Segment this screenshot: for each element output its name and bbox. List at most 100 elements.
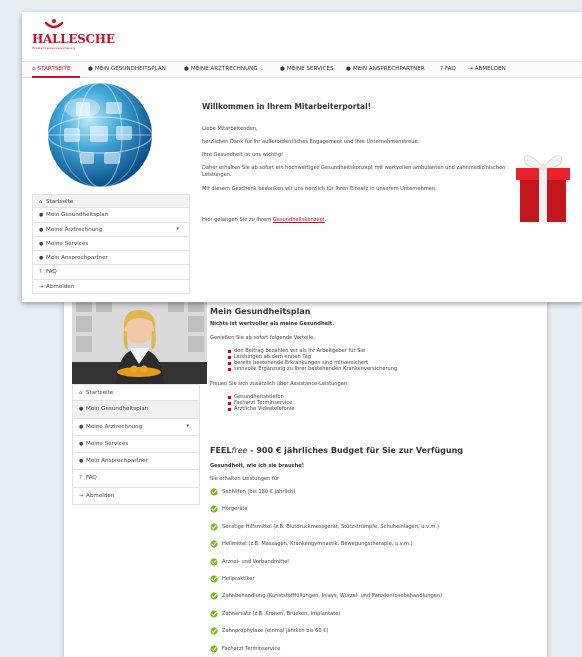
sidebar-item-label: Meine Services: [86, 440, 129, 447]
checklist-item: Hörgeräte: [210, 505, 248, 514]
info-icon: ●: [39, 255, 44, 262]
plan-subtitle: Nichts ist wertvoller als meine Gesundhe…: [210, 321, 335, 327]
checklist-item-label: Heilpraktiker: [222, 576, 255, 582]
brand-name: HALLESCHE: [32, 32, 115, 46]
info-icon: ●: [79, 440, 84, 447]
question-icon: ?: [39, 269, 42, 276]
sidebar-menu: ⌂ Startseite ● Mein Gesundheitsplan ● Meine…: [32, 194, 190, 295]
checklist-item: Sonstige Hilfsmittel (z.B. Blutdruckmess…: [210, 523, 439, 532]
sidebar-item-label: Abmelden: [46, 283, 75, 290]
info-icon: ●: [39, 240, 44, 247]
info-icon: ●: [39, 226, 44, 233]
benefit-item: sinnvolle Ergänzung zu Ihrer bestehenden…: [227, 366, 398, 372]
link-suffix: .: [324, 217, 327, 223]
info-icon: ●: [39, 212, 44, 219]
info-icon: ●: [346, 66, 351, 72]
checklist-item: Zahnbehandlung (Kunststofffüllungen, Inl…: [210, 592, 443, 601]
nav-ansprechpartner[interactable]: ● MEIN ANSPRECHPARTNER: [346, 66, 425, 72]
check-icon: [210, 592, 218, 600]
check-icon: [210, 488, 218, 496]
sidebar-item-label: Abmelden: [86, 492, 115, 499]
nav-label: MEIN GESUNDHEITSPLAN: [94, 66, 166, 72]
info-icon: ●: [79, 423, 84, 430]
sidebar-item-faq[interactable]: ? FAQ: [32, 265, 190, 280]
home-icon: ⌂: [79, 390, 83, 396]
welcome-link-line: Hier gelangen Sie zu Ihrem Gesundheitsko…: [202, 217, 507, 224]
hallesche-logo[interactable]: HALLESCHE Private Krankenversicherung: [32, 18, 115, 58]
check-icon: [210, 610, 218, 618]
caret-down-icon: ▾: [176, 225, 179, 232]
check-icon: [210, 627, 218, 635]
welcome-title: Willkommen in Ihrem Mitarbeiterportal!: [202, 102, 372, 111]
info-icon: ●: [79, 406, 84, 413]
nav-gesundheitsplan[interactable]: ● MEIN GESUNDHEITSPLAN: [88, 66, 166, 72]
checklist-item-label: Zahnbehandlung (Kunststofffüllungen, Inl…: [222, 593, 443, 600]
logout-icon: ⇥: [468, 66, 473, 72]
sidebar-item-arztrechnung[interactable]: ● Meine Arztrechnung ▾: [32, 222, 190, 237]
sidebar-item-gesundheitsplan[interactable]: ● Mein Gesundheitsplan: [72, 401, 200, 419]
sidebar-item-services[interactable]: ● Meine Services: [32, 236, 190, 252]
plan-title: Mein Gesundheitsplan: [210, 307, 311, 316]
sidebar-item-label: Mein Gesundheitsplan: [46, 212, 109, 219]
sidebar-item-label: Startseite: [46, 199, 74, 205]
nav-services[interactable]: ● MEINE SERVICES: [280, 66, 334, 72]
home-icon: ⌂: [39, 199, 43, 205]
sidebar-item-abmelden[interactable]: ⇥ Abmelden: [72, 487, 200, 506]
welcome-paragraph: herzlichen Dank für Ihr außerordentliche…: [202, 139, 420, 145]
checklist-item: Facharzt Terminservice: [210, 644, 281, 654]
info-icon: ●: [79, 458, 84, 465]
feelfree-title-prefix: FEEL: [210, 446, 232, 455]
checklist-item-label: Sehhilfen (bis 180 € jährlich): [222, 489, 296, 495]
sidebar-item-gesundheitsplan[interactable]: ● Mein Gesundheitsplan: [32, 208, 190, 223]
check-icon: [210, 505, 218, 513]
checklist-item-label: Facharzt Terminservice: [222, 645, 281, 652]
checklist-item: Zahnersatz (z.B. Kronen, Brücken, Implan…: [210, 610, 340, 619]
sidebar-item-arztrechnung[interactable]: ● Meine Arztrechnung ▾: [72, 418, 200, 436]
sidebar-item-ansprechpartner[interactable]: ● Mein Ansprechpartner: [72, 453, 200, 471]
feelfree-title-em: free: [231, 446, 248, 455]
info-icon: ●: [280, 66, 285, 72]
welcome-greeting: Liebe Mitarbeitenden,: [202, 126, 258, 132]
sidebar-item-label: Meine Arztrechnung: [46, 226, 103, 233]
check-icon: [210, 523, 218, 531]
checklist-item-label: Arznei- und Verbandmittel: [222, 558, 289, 565]
employee-portrait-image: [72, 292, 207, 384]
nav-faq[interactable]: ? FAQ: [440, 66, 456, 72]
check-icon: [210, 644, 218, 653]
nav-arztrechnung[interactable]: ● MEINE ARZTRECHNUNG ⌄: [184, 66, 264, 72]
welcome-paragraph: Daher erhalten Sie ab sofort ein hochwer…: [202, 165, 506, 178]
welcome-card: HALLESCHE Private Krankenversicherung ⌂ S…: [22, 12, 582, 302]
sidebar-item-label: Mein Ansprechpartner: [86, 458, 148, 465]
info-icon: ●: [88, 66, 93, 72]
nav-label: FAQ: [444, 66, 456, 72]
check-icon: [210, 575, 218, 583]
plan-card: ⌂ Startseite ● Mein Gesundheitsplan ● Meine…: [64, 290, 547, 657]
feelfree-title: FEELfree - 900 € jährliches Budget für S…: [210, 446, 463, 455]
welcome-paragraph: Ihre Gesundheit ist uns wichtig!: [202, 152, 283, 158]
checklist-item: Heilpraktiker: [210, 575, 255, 584]
question-icon: ?: [79, 475, 82, 482]
welcome-paragraph: Mit diesem Geschenk bedanken wir uns her…: [202, 186, 437, 192]
sidebar-item-faq[interactable]: ? FAQ: [72, 470, 200, 488]
checklist-item-label: Zahnprophylaxe (einmal jährlich bis 60 €…: [222, 628, 329, 635]
nav-label: STARTSEITE: [37, 66, 71, 72]
checklist-item: Sehhilfen (bis 180 € jährlich): [210, 488, 296, 497]
nav-abmelden[interactable]: ⇥ ABMELDEN: [468, 66, 506, 72]
sidebar-item-startseite[interactable]: ⌂ Startseite: [72, 384, 200, 402]
sidebar-item-ansprechpartner[interactable]: ● Mein Ansprechpartner: [32, 251, 190, 266]
checklist-item: Zahnprophylaxe (einmal jährlich bis 60 €…: [210, 627, 329, 636]
sidebar-item-services[interactable]: ● Meine Services: [72, 435, 200, 454]
sidebar-item-startseite[interactable]: ⌂ Startseite: [32, 194, 190, 209]
checklist-item-label: Hörgeräte: [222, 506, 248, 513]
feelfree-subtitle: Gesundheit, wie ich sie brauche!: [210, 463, 305, 469]
sidebar-item-label: FAQ: [86, 475, 97, 482]
nav-label: MEINE ARZTRECHNUNG ⌄: [190, 66, 265, 72]
brand-tagline: Private Krankenversicherung: [32, 46, 76, 50]
sidebar-item-abmelden[interactable]: ⇥ Abmelden: [32, 279, 190, 295]
home-icon: ⌂: [32, 66, 36, 72]
gesundheitskonzept-link[interactable]: Gesundheitskonzept: [273, 217, 325, 223]
sidebar-menu: ⌂ Startseite ● Mein Gesundheitsplan ● Meine…: [72, 384, 200, 506]
sidebar-item-label: Meine Services: [46, 240, 89, 247]
feelfree-title-suffix: - 900 € jährliches Budget für Sie zur Ve…: [247, 446, 463, 455]
nav-startseite[interactable]: ⌂ STARTSEITE: [32, 66, 71, 72]
